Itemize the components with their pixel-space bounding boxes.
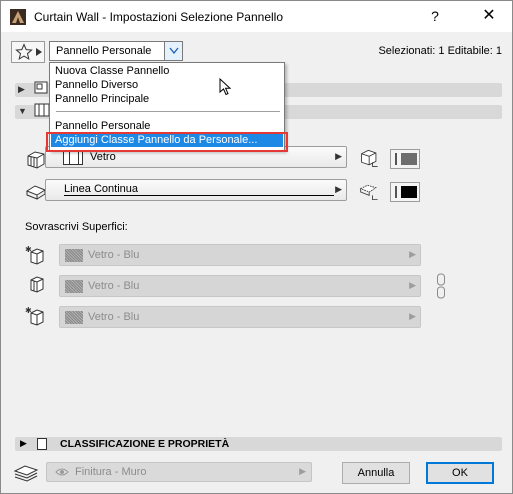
menu-item-add-panel-class-from-custom[interactable]: Aggiungi Classe Pannello da Personale... [51, 133, 283, 147]
surface-swatch [65, 280, 83, 293]
chevron-down-icon [164, 42, 182, 60]
layer-select[interactable]: Finitura - Muro ▶ [46, 462, 312, 482]
frame-cube-icon [361, 149, 378, 167]
layers-icon [13, 465, 39, 482]
surface-swatch [65, 311, 83, 324]
menu-separator [56, 111, 280, 112]
window-title: Curtain Wall - Impostazioni Selezione Pa… [34, 10, 284, 24]
override-surface-icon-3: ✱ [25, 306, 44, 326]
panel-material-icon [27, 151, 45, 169]
ok-button[interactable]: OK [426, 462, 494, 484]
star-icon [15, 43, 33, 61]
line-type-icon [25, 185, 47, 200]
classification-section-header[interactable]: ▶ CLASSIFICAZIONE E PROPRIETÀ [15, 437, 502, 451]
surface-override-select-3[interactable]: Vetro - Blu ▶ [59, 306, 421, 328]
panel-section-icon [34, 103, 50, 117]
app-icon [10, 9, 26, 25]
line-type-value: Linea Continua [64, 183, 139, 195]
pen-color-picker-2[interactable] [390, 182, 420, 202]
pen-weight-bar [395, 153, 397, 165]
pen-weight-bar [395, 186, 397, 198]
surface-override-value-2: Vetro - Blu [88, 280, 140, 292]
svg-text:✱: ✱ [25, 245, 32, 254]
svg-text:✱: ✱ [25, 306, 32, 315]
surface-swatch [65, 249, 83, 262]
collapse-triangle-icon: ▼ [18, 106, 27, 116]
override-surface-icon-2 [30, 276, 44, 293]
caret-right-icon: ▶ [409, 249, 416, 259]
eye-icon [55, 468, 69, 476]
override-surface-icon-1: ✱ [25, 245, 44, 265]
menu-item-main-panel[interactable]: Pannello Principale [51, 92, 283, 106]
classification-section-title: CLASSIFICAZIONE E PROPRIETÀ [60, 438, 230, 450]
surface-override-value-1: Vetro - Blu [88, 249, 140, 261]
caret-right-icon [36, 48, 42, 56]
surface-override-select-2[interactable]: Vetro - Blu ▶ [59, 275, 421, 297]
close-button[interactable]: ✕ [474, 3, 504, 29]
caret-right-icon: ▶ [409, 311, 416, 321]
glass-panel-icon [63, 150, 83, 165]
chain-link-icon[interactable] [436, 273, 446, 299]
pen-color-swatch [401, 153, 417, 165]
title-bar: Curtain Wall - Impostazioni Selezione Pa… [1, 1, 512, 32]
mouse-pointer-icon [219, 78, 232, 96]
menu-item-new-panel-class[interactable]: Nuova Classe Pannello [51, 64, 283, 78]
favorites-button[interactable] [11, 41, 45, 63]
preset-select[interactable]: Pannello Personale [49, 41, 183, 61]
caret-right-icon: ▶ [335, 184, 342, 194]
caret-right-icon: ▶ [409, 280, 416, 290]
help-button[interactable]: ? [425, 6, 445, 26]
surface-override-heading: Sovrascrivi Superfici: [25, 221, 128, 233]
line-type-select[interactable]: Linea Continua ▶ [45, 179, 347, 201]
line-sample [64, 195, 334, 196]
line-pen-icon [359, 184, 378, 201]
surface-override-select-1[interactable]: Vetro - Blu ▶ [59, 244, 421, 266]
dialog-window: Curtain Wall - Impostazioni Selezione Pa… [0, 0, 513, 494]
pen-color-swatch [401, 186, 417, 198]
preview-section-icon [34, 81, 48, 94]
pen-color-picker-1[interactable] [390, 149, 420, 169]
expand-triangle-icon: ▶ [18, 84, 25, 94]
caret-right-icon: ▶ [335, 151, 342, 161]
cancel-button[interactable]: Annulla [342, 462, 410, 484]
expand-triangle-icon: ▶ [20, 438, 27, 448]
caret-right-icon: ▶ [299, 466, 306, 476]
selection-info: Selezionati: 1 Editabile: 1 [378, 45, 502, 57]
surface-override-value-3: Vetro - Blu [88, 311, 140, 323]
menu-item-custom-panel[interactable]: Pannello Personale [51, 119, 283, 133]
preset-dropdown-menu: Nuova Classe Pannello Pannello Diverso P… [46, 62, 288, 152]
menu-item-different-panel[interactable]: Pannello Diverso [51, 78, 283, 92]
preset-select-value: Pannello Personale [56, 45, 152, 57]
document-icon [37, 438, 47, 450]
panel-material-value: Vetro [90, 151, 116, 163]
layer-select-value: Finitura - Muro [75, 466, 147, 478]
